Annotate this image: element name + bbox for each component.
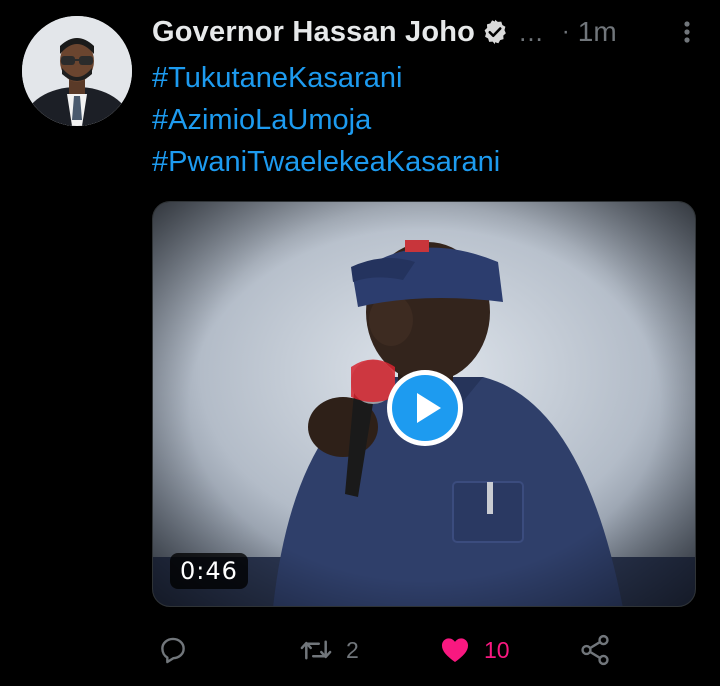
heart-icon [441,638,469,663]
hashtag-link[interactable]: #TukutaneKasarani [152,57,500,99]
like-button[interactable]: 10 [438,628,510,672]
hashtag-link[interactable]: #PwaniTwaelekeaKasarani [152,141,500,183]
author-avatar[interactable] [22,16,132,126]
share-button[interactable] [578,628,612,672]
tweet-text: #TukutaneKasarani #AzimioLaUmoja #PwaniT… [152,57,500,183]
tweet-header: Governor Hassan Joho ... · 1m [152,14,697,50]
video-duration: 0:46 [170,553,248,589]
share-icon [581,634,609,666]
more-options-icon[interactable] [677,18,697,46]
like-count: 10 [484,636,510,663]
avatar-image [22,16,132,126]
reply-button[interactable] [156,628,190,672]
play-icon[interactable] [385,368,465,448]
verified-badge-icon [481,18,509,46]
retweet-icon [300,640,332,660]
retweet-count: 2 [346,636,359,663]
tweet-timestamp[interactable]: 1m [578,16,617,48]
reply-icon [161,637,185,664]
header-separator: · [561,18,570,45]
tweet-actions: 2 10 [152,628,622,672]
hashtag-link[interactable]: #AzimioLaUmoja [152,99,500,141]
video-player[interactable]: 0:46 [152,201,696,607]
retweet-button[interactable]: 2 [298,628,359,672]
author-display-name[interactable]: Governor Hassan Joho [152,16,475,49]
name-truncation: ... [519,16,544,47]
